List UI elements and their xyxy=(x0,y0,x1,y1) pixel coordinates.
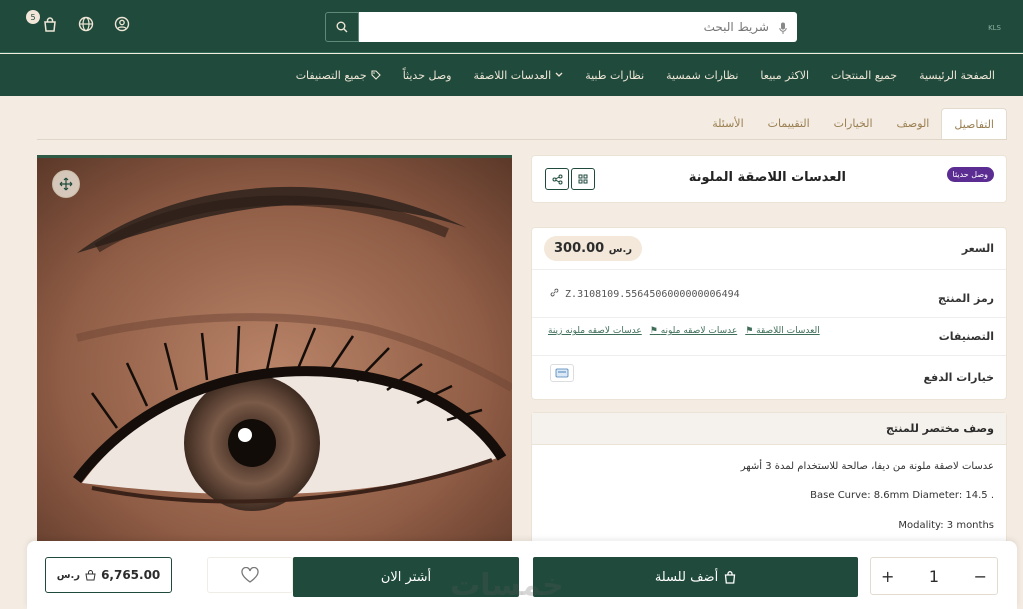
nav-item-new-arrivals[interactable]: وصل حديثاً xyxy=(403,69,452,82)
description-line: Modality: 3 months xyxy=(898,520,994,531)
description-title: وصف مختصر للمنتج xyxy=(885,422,994,435)
share-button[interactable] xyxy=(545,168,569,190)
move-icon xyxy=(59,177,73,191)
price-label: السعر xyxy=(961,242,994,255)
heart-icon xyxy=(241,567,259,583)
sku-row: رمز المنتج Z.3108109.5564506000000006494 xyxy=(532,280,1006,318)
price-row: السعر 300.00 ر.س xyxy=(532,228,1006,270)
cart-bag-icon xyxy=(724,570,736,584)
grid-button[interactable] xyxy=(571,168,595,190)
tab-options[interactable]: الخيارات xyxy=(822,108,885,139)
add-to-cart-button[interactable]: أضف للسلة xyxy=(533,557,858,597)
categories-label: التصنيفات xyxy=(938,330,994,343)
tag-icon xyxy=(371,70,381,80)
zoom-move-button[interactable] xyxy=(52,170,80,198)
site-logo[interactable]: KLS xyxy=(988,24,1001,32)
search-icon xyxy=(336,21,348,33)
nav-item-best-sellers[interactable]: الاكثر مبيعا xyxy=(760,69,809,82)
category-links: ⚑ العدسات اللاصقة ⚑ عدسات لاصقه ملونه عد… xyxy=(548,326,820,336)
user-icon[interactable] xyxy=(112,14,132,34)
tab-questions[interactable]: الأسئلة xyxy=(700,108,755,139)
nav-item-contact-lenses[interactable]: العدسات اللاصقة xyxy=(474,69,564,82)
share-icon xyxy=(552,174,562,184)
grid-icon xyxy=(578,174,588,184)
nav-item-contact-lenses-label: العدسات اللاصقة xyxy=(473,68,552,82)
price-amount: 300.00 xyxy=(554,241,605,256)
microphone-icon[interactable] xyxy=(779,20,787,39)
watermark: خمسات xyxy=(450,568,564,603)
tab-description[interactable]: الوصف xyxy=(885,108,942,139)
bank-transfer-icon xyxy=(550,364,574,382)
search-button[interactable] xyxy=(325,12,359,42)
short-description-card: وصف مختصر للمنتج عدسات لاصقة ملونة من دي… xyxy=(531,412,1007,552)
nav-item-sunglasses[interactable]: نظارات شمسية xyxy=(666,69,738,82)
quantity-decrease-button[interactable]: − xyxy=(974,567,987,586)
total-price: ر.س 6,765.00 xyxy=(45,557,172,593)
product-title-card: وصل حديثا العدسات اللاصقة الملونة xyxy=(531,155,1007,203)
chevron-down-icon xyxy=(555,72,563,77)
tab-details[interactable]: التفاصيل xyxy=(941,108,1007,139)
eye-photo xyxy=(37,158,512,547)
categories-row: التصنيفات ⚑ العدسات اللاصقة ⚑ عدسات لاصق… xyxy=(532,318,1006,356)
cart-icon[interactable]: 5 xyxy=(26,10,60,34)
top-header: 5 KLS xyxy=(0,0,1023,53)
category-link[interactable]: ⚑ عدسات لاصقه ملونه xyxy=(650,326,737,336)
cart-count-badge: 5 xyxy=(26,10,40,24)
basket-icon xyxy=(85,569,96,580)
category-link-text: عدسات لاصقه ملونه زينة xyxy=(548,326,642,336)
category-link[interactable]: ⚑ العدسات اللاصقة xyxy=(745,326,820,336)
search-input[interactable] xyxy=(359,12,797,42)
category-link-text: العدسات اللاصقة xyxy=(756,326,820,336)
sku-value: Z.3108109.5564506000000006494 xyxy=(550,288,740,300)
category-link-text: عدسات لاصقه ملونه xyxy=(660,326,738,336)
quantity-stepper: + 1 − xyxy=(870,557,998,595)
payment-label: خيارات الدفع xyxy=(923,371,994,384)
link-icon xyxy=(550,288,559,297)
category-link[interactable]: عدسات لاصقه ملونه زينة xyxy=(548,326,642,336)
globe-icon[interactable] xyxy=(76,14,96,34)
tab-reviews[interactable]: التقييمات xyxy=(756,108,822,139)
main-navigation: الصفحة الرئيسية جميع المنتجات الاكثر مبي… xyxy=(0,54,1023,96)
quantity-value[interactable]: 1 xyxy=(929,567,939,586)
description-line: عدسات لاصقة ملونة من ديفا، صالحة للاستخد… xyxy=(740,461,994,472)
total-amount: 6,765.00 xyxy=(101,568,161,582)
header-icons: 5 xyxy=(26,10,132,34)
new-arrival-badge: وصل حديثا xyxy=(946,167,994,182)
description-line: Base Curve: 8.6mm Diameter: 14.5 . xyxy=(810,490,994,501)
sku-label: رمز المنتج xyxy=(938,292,994,305)
add-to-cart-label: أضف للسلة xyxy=(654,569,719,585)
product-tabs: التفاصيل الوصف الخيارات التقييمات الأسئل… xyxy=(37,108,1007,140)
nav-item-all-categories[interactable]: جميع التصنيفات xyxy=(296,69,381,82)
nav-item-all-products[interactable]: جميع المنتجات xyxy=(831,69,897,82)
payment-row: خيارات الدفع xyxy=(532,356,1006,400)
description-header: وصف مختصر للمنتج xyxy=(532,413,1006,445)
sku-text: Z.3108109.5564506000000006494 xyxy=(565,289,740,300)
quantity-increase-button[interactable]: + xyxy=(881,567,894,586)
nav-item-home[interactable]: الصفحة الرئيسية xyxy=(919,69,995,82)
search-bar xyxy=(325,12,797,42)
nav-item-eyeglasses[interactable]: نظارات طبية xyxy=(585,69,644,82)
product-title: العدسات اللاصقة الملونة xyxy=(688,170,846,185)
wishlist-button[interactable] xyxy=(207,557,293,593)
total-currency: ر.س xyxy=(56,569,81,581)
currency-symbol: ر.س xyxy=(608,244,633,255)
price-value: 300.00 ر.س xyxy=(544,236,643,261)
product-image[interactable] xyxy=(37,155,512,547)
nav-item-all-categories-label: جميع التصنيفات xyxy=(295,68,367,82)
product-info-card: السعر 300.00 ر.س رمز المنتج Z.3108109.55… xyxy=(531,227,1007,400)
